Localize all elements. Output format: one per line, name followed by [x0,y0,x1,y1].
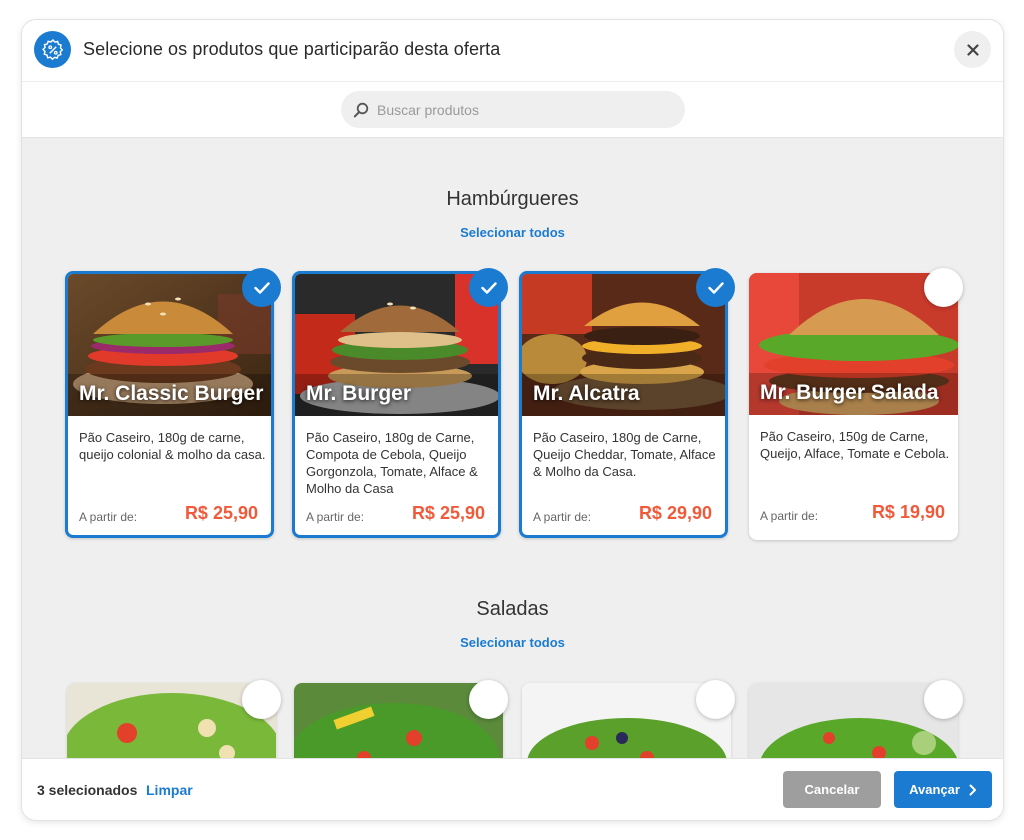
product-description: Pão Caseiro, 180g de carne, queijo colon… [79,430,266,462]
select-all-salads-link[interactable]: Selecionar todos [460,635,565,650]
product-select-toggle[interactable] [924,680,963,719]
product-selection-modal: Selecione os produtos que participarão d… [22,20,1003,820]
product-description: Pão Caseiro, 180g de Carne, Compota de C… [306,430,478,496]
modal-header: Selecione os produtos que participarão d… [22,20,1003,138]
product-card-mr-burger[interactable]: Mr. Burger Pão Caseiro, 180g de Carne, C… [292,271,501,538]
product-select-toggle[interactable] [469,268,508,307]
search-box[interactable] [341,91,685,128]
checkmark-icon [480,281,497,294]
section-title-hamburgers: Hambúrgueres [446,188,579,210]
cancel-button[interactable]: Cancelar [783,771,881,808]
close-button[interactable] [954,31,991,68]
product-select-toggle[interactable] [696,268,735,307]
product-price: R$ 25,90 [184,503,258,523]
product-card-mr-classic-burger[interactable]: Mr. Classic Burger Pão Caseiro, 180g de … [65,271,274,538]
modal-footer: 3 selecionados Limpar Cancelar Avançar [22,758,1003,820]
checkmark-icon [253,281,270,294]
next-button-label: Avançar [909,782,960,797]
product-price: R$ 29,90 [638,503,712,523]
section-title-salads: Saladas [476,598,549,620]
search-input[interactable] [377,101,667,118]
product-list: Hambúrgueres Selecionar todos Mr. Classi… [22,138,1003,803]
product-price: R$ 25,90 [411,503,485,523]
product-name: Mr. Classic Burger [79,382,264,405]
modal-title: Selecione os produtos que participarão d… [83,39,501,59]
product-select-toggle[interactable] [242,268,281,307]
select-all-salads: Selecionar todos [22,635,1003,650]
price-from-label: A partir de: [533,510,592,524]
offer-percent-icon [34,31,71,68]
product-card-mr-alcatra[interactable]: Mr. Alcatra Pão Caseiro, 180g de Carne, … [519,271,728,538]
cancel-button-label: Cancelar [804,782,860,797]
product-select-toggle[interactable] [924,268,963,307]
product-name: Mr. Burger [306,382,412,405]
clear-selection-link[interactable]: Limpar [146,782,193,798]
product-name: Mr. Burger Salada [760,381,939,404]
price-from-label: A partir de: [760,509,819,523]
next-button[interactable]: Avançar [894,771,992,808]
product-description: Pão Caseiro, 180g de Carne, Queijo Chedd… [533,430,716,479]
product-name: Mr. Alcatra [533,382,640,405]
product-select-toggle[interactable] [242,680,281,719]
product-select-toggle[interactable] [469,680,508,719]
product-select-toggle[interactable] [696,680,735,719]
product-description: Pão Caseiro, 150g de Carne, Queijo, Alfa… [760,429,950,461]
checkmark-icon [707,281,724,294]
product-price: R$ 19,90 [871,502,945,522]
select-all-hamburgers: Selecionar todos [22,225,1003,240]
chevron-right-icon [969,784,976,795]
select-all-hamburgers-link[interactable]: Selecionar todos [460,225,565,240]
header-row: Selecione os produtos que participarão d… [22,20,1003,82]
price-from-label: A partir de: [306,510,365,524]
selected-count: 3 selecionados [37,782,138,798]
search-icon [353,102,369,117]
close-icon [966,43,979,56]
price-from-label: A partir de: [79,510,138,524]
product-card-mr-burger-salada[interactable]: Mr. Burger Salada Pão Caseiro, 150g de C… [749,273,958,540]
